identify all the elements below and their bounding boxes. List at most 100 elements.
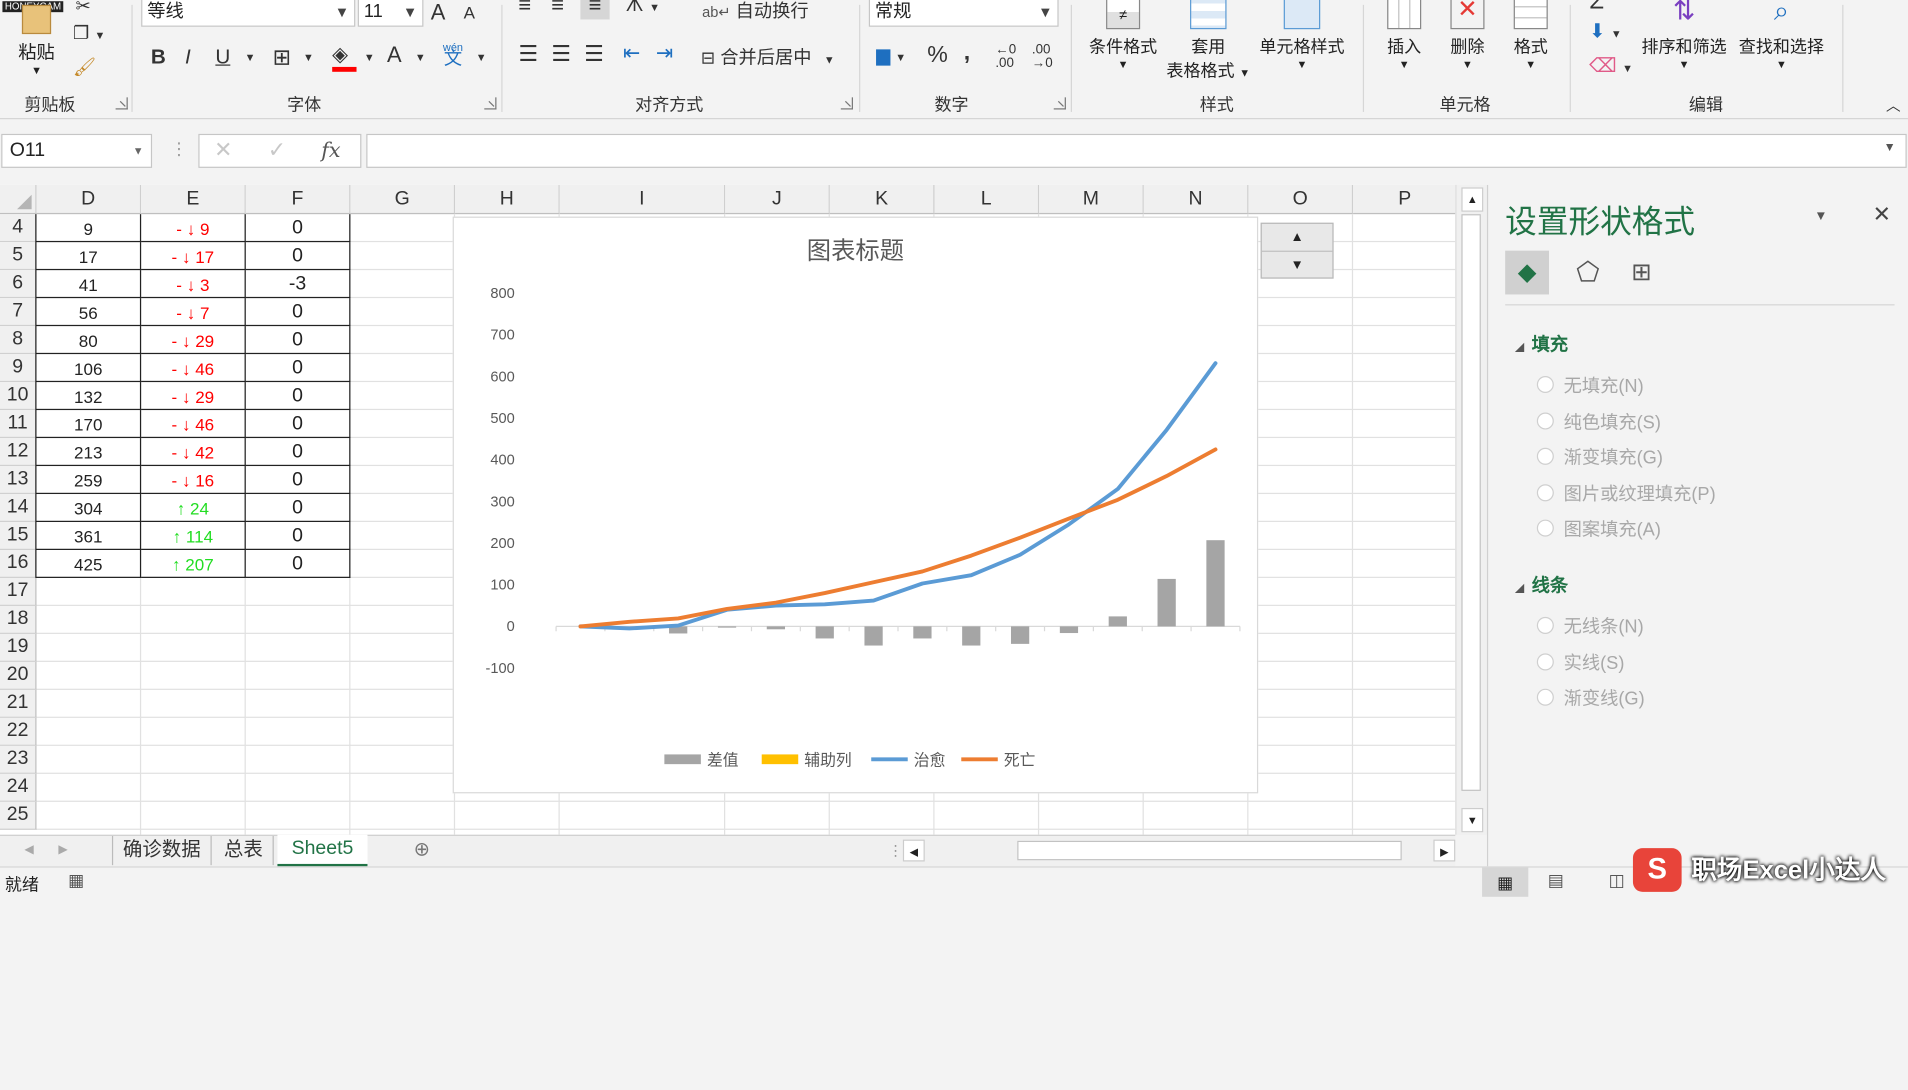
row-header-14[interactable]: 14 bbox=[0, 494, 37, 523]
wrap-text-button[interactable]: ab↵ 自动换行 bbox=[702, 0, 809, 23]
scroll-thumb[interactable] bbox=[1461, 214, 1481, 791]
increase-indent-icon[interactable]: ⇥ bbox=[656, 41, 673, 65]
fill-option[interactable]: 图案填充(A) bbox=[1536, 516, 1661, 542]
fill-down-icon[interactable]: ⬇ ▼ bbox=[1589, 19, 1622, 43]
column-header-m[interactable]: M bbox=[1039, 184, 1144, 215]
decrease-decimal-button[interactable]: .00 →0 bbox=[1032, 43, 1066, 71]
scroll-right-icon[interactable]: ▶ bbox=[1433, 839, 1456, 862]
cell-e5[interactable]: - ↓ 17 bbox=[141, 242, 246, 271]
tab-sheet-2[interactable]: 总表 bbox=[214, 835, 274, 866]
row-header-20[interactable]: 20 bbox=[0, 661, 37, 690]
cell-e8[interactable]: - ↓ 29 bbox=[141, 326, 246, 355]
row-header-19[interactable]: 19 bbox=[0, 633, 37, 662]
insert-function-button[interactable]: fx bbox=[321, 139, 340, 163]
cell-styles-button[interactable]: 单元格样式 ▼ bbox=[1256, 0, 1348, 71]
close-icon[interactable]: ✕ bbox=[1873, 202, 1891, 228]
chevron-down-icon[interactable]: ▼ bbox=[476, 51, 487, 63]
spin-up-icon[interactable]: ▲ bbox=[1261, 224, 1333, 252]
cell-e4[interactable]: - ↓ 9 bbox=[141, 214, 246, 243]
scroll-left-icon[interactable]: ◀ bbox=[902, 839, 925, 862]
cell-e14[interactable]: ↑ 24 bbox=[141, 494, 246, 523]
cell-e7[interactable]: - ↓ 7 bbox=[141, 298, 246, 327]
scroll-down-icon[interactable]: ▼ bbox=[1461, 807, 1484, 833]
row-header-5[interactable]: 5 bbox=[0, 242, 37, 271]
row-header-7[interactable]: 7 bbox=[0, 298, 37, 327]
select-all-corner[interactable] bbox=[0, 184, 37, 215]
cell-f9[interactable]: 0 bbox=[245, 354, 351, 383]
cell-d10[interactable]: 132 bbox=[36, 382, 142, 411]
chevron-down-icon[interactable]: ▼ bbox=[364, 51, 375, 63]
cell-e10[interactable]: - ↓ 29 bbox=[141, 382, 246, 411]
tab-sheet-active[interactable]: Sheet5 bbox=[277, 834, 368, 867]
conditional-format-button[interactable]: ≠ 条件格式 ▼ bbox=[1081, 0, 1166, 71]
cell-f15[interactable]: 0 bbox=[245, 522, 351, 550]
font-name-combo[interactable]: 等线 ▼ bbox=[141, 0, 356, 27]
column-header-f[interactable]: F bbox=[245, 184, 351, 215]
tab-sheet-1[interactable]: 确诊数据 bbox=[111, 835, 212, 866]
prev-sheet-icon[interactable]: ◀ bbox=[15, 836, 44, 865]
cell-e11[interactable]: - ↓ 46 bbox=[141, 410, 246, 439]
line-option[interactable]: 实线(S) bbox=[1536, 649, 1624, 675]
row-header-12[interactable]: 12 bbox=[0, 438, 37, 467]
normal-view-icon[interactable]: ▦ bbox=[1482, 867, 1529, 897]
fill-option[interactable]: 无填充(N) bbox=[1536, 372, 1644, 398]
cell-f12[interactable]: 0 bbox=[245, 438, 351, 467]
align-bottom-icon[interactable]: ≡ bbox=[580, 0, 610, 20]
grow-font-button[interactable]: A bbox=[431, 0, 446, 26]
column-header-d[interactable]: D bbox=[36, 184, 142, 215]
column-header-h[interactable]: H bbox=[455, 184, 560, 215]
enter-button[interactable]: ✓ bbox=[268, 137, 286, 163]
column-header-p[interactable]: P bbox=[1353, 184, 1456, 215]
italic-button[interactable]: I bbox=[185, 45, 191, 69]
merge-center-button[interactable]: ⊟ 合并后居中 ▼ bbox=[701, 44, 835, 70]
column-header-l[interactable]: L bbox=[934, 184, 1040, 215]
cell-d13[interactable]: 259 bbox=[36, 466, 142, 495]
row-header-13[interactable]: 13 bbox=[0, 466, 37, 495]
row-header-6[interactable]: 6 bbox=[0, 270, 37, 299]
chevron-down-icon[interactable]: ▼ bbox=[245, 51, 256, 63]
fill-option[interactable]: 纯色填充(S) bbox=[1536, 408, 1661, 434]
align-center-icon[interactable]: ☰ bbox=[551, 41, 571, 67]
fill-section-header[interactable]: ◢ 填充 bbox=[1515, 331, 1568, 357]
cell-d15[interactable]: 361 bbox=[36, 522, 142, 550]
vertical-scrollbar[interactable]: ▲ ▼ bbox=[1455, 184, 1487, 835]
fill-color-icon[interactable]: ◈ bbox=[332, 43, 357, 72]
page-break-view-icon[interactable]: ◫ bbox=[1609, 870, 1625, 891]
align-middle-icon[interactable]: ≡ bbox=[551, 0, 564, 18]
cell-f7[interactable]: 0 bbox=[245, 298, 351, 327]
expand-formula-icon[interactable]: ▼ bbox=[1884, 141, 1896, 154]
row-header-23[interactable]: 23 bbox=[0, 745, 37, 774]
cell-e13[interactable]: - ↓ 16 bbox=[141, 466, 246, 495]
find-select-button[interactable]: ⌕ 查找和选择 ▼ bbox=[1733, 0, 1830, 71]
line-option[interactable]: 无线条(N) bbox=[1536, 613, 1644, 639]
currency-icon[interactable]: ▆ ▼ bbox=[876, 44, 906, 66]
column-header-o[interactable]: O bbox=[1248, 184, 1354, 215]
cell-d4[interactable]: 9 bbox=[36, 214, 142, 243]
fill-line-tab-icon[interactable]: ◆ bbox=[1505, 250, 1549, 295]
row-header-4[interactable]: 4 bbox=[0, 214, 37, 243]
row-header-17[interactable]: 17 bbox=[0, 577, 37, 606]
cell-d12[interactable]: 213 bbox=[36, 438, 142, 467]
bold-button[interactable]: B bbox=[151, 45, 166, 69]
cell-d14[interactable]: 304 bbox=[36, 494, 142, 523]
number-launcher-icon[interactable] bbox=[1053, 97, 1066, 110]
macro-record-icon[interactable]: ▦ bbox=[68, 870, 84, 891]
comma-button[interactable]: , bbox=[964, 40, 970, 67]
cell-d8[interactable]: 80 bbox=[36, 326, 142, 355]
row-header-25[interactable]: 25 bbox=[0, 801, 37, 830]
cell-d16[interactable]: 425 bbox=[36, 549, 142, 578]
autosum-button[interactable]: Σ bbox=[1589, 0, 1604, 16]
cell-f11[interactable]: 0 bbox=[245, 410, 351, 439]
underline-button[interactable]: U bbox=[215, 45, 230, 69]
increase-decimal-button[interactable]: ←0 .00 bbox=[995, 43, 1029, 71]
format-button[interactable]: 格式 ▼ bbox=[1502, 0, 1560, 71]
spin-button[interactable]: ▲ ▼ bbox=[1260, 222, 1334, 279]
orientation-icon[interactable]: ᗑ ▼ bbox=[625, 0, 660, 17]
copy-icon[interactable]: ❐ ▼ bbox=[73, 22, 105, 44]
scroll-up-icon[interactable]: ▲ bbox=[1461, 187, 1484, 212]
row-header-8[interactable]: 8 bbox=[0, 326, 37, 355]
align-top-icon[interactable]: ≡ bbox=[518, 0, 531, 18]
row-header-24[interactable]: 24 bbox=[0, 773, 37, 802]
percent-button[interactable]: % bbox=[927, 43, 948, 70]
collapse-ribbon-icon[interactable]: ︿ bbox=[1886, 95, 1901, 116]
